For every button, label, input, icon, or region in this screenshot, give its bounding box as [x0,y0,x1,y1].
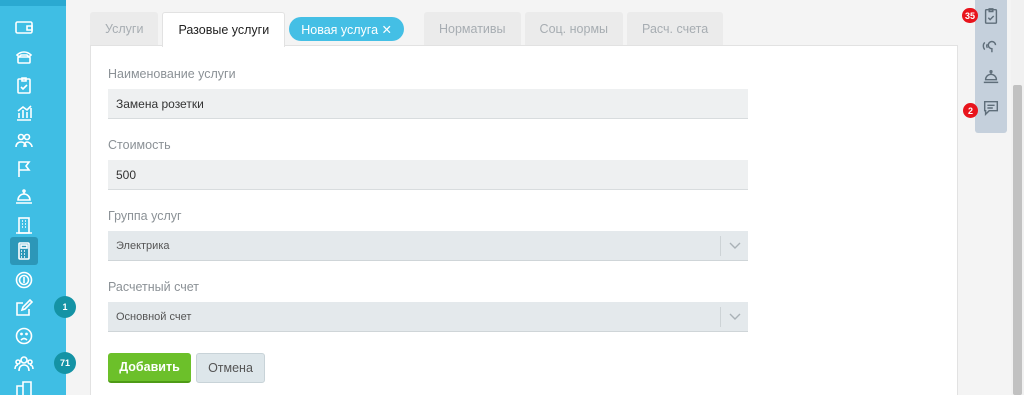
chat-badge: 2 [963,103,978,118]
right-toolbar [975,0,1007,133]
add-button[interactable]: Добавить [108,353,191,383]
scrollbar[interactable] [1011,0,1024,395]
scrollbar-thumb[interactable] [1013,85,1022,395]
clipboard-check-icon[interactable] [10,71,38,99]
edit-icon[interactable] [10,294,38,322]
group-select-value: Электрика [116,239,170,252]
flag-icon[interactable] [10,155,38,183]
tab-one-time-services[interactable]: Разовые услуги [162,12,286,47]
name-field[interactable]: Замена розетки [108,89,748,119]
chevron-down-icon[interactable] [720,236,748,256]
chat-icon[interactable] [980,97,1002,119]
tab-norms[interactable]: Нормативы [424,12,521,46]
account-label: Расчетный счет [108,280,199,294]
tasks-badge: 35 [962,8,979,23]
group-select[interactable]: Электрика [108,231,748,261]
handset-icon[interactable] [10,42,38,70]
form-panel: Наименование услуги Замена розетки Стоим… [90,45,958,395]
chevron-down-icon[interactable] [720,307,748,327]
cancel-button[interactable]: Отмена [196,353,265,383]
cost-field[interactable]: 500 [108,160,748,190]
sad-face-icon[interactable] [10,322,38,350]
tasks-icon[interactable] [980,5,1002,27]
service-bell-icon[interactable] [10,183,38,211]
tab-bar: Услуги Разовые услуги Новая услуга ✕ Нор… [90,12,727,47]
sidebar-badge: 1 [54,296,76,318]
calculator-icon[interactable] [10,237,38,265]
city-icon[interactable] [10,376,38,395]
chart-icon[interactable] [10,99,38,127]
people-icon[interactable] [10,127,38,155]
left-sidebar: 1 71 [0,0,76,395]
sidebar-top-strip [0,0,66,6]
wallet-icon[interactable] [10,13,38,41]
coin-icon[interactable] [10,266,38,294]
tab-accounts[interactable]: Расч. счета [627,12,724,46]
group-icon[interactable] [10,350,38,378]
building-icon[interactable] [10,211,38,239]
group-label: Группа услуг [108,209,182,223]
broadcast-icon[interactable] [980,35,1002,57]
tab-new-service[interactable]: Новая услуга ✕ [289,17,404,41]
cost-label: Стоимость [108,138,171,152]
tab-social-norms[interactable]: Соц. нормы [524,12,624,46]
account-select-value: Основной счет [116,310,192,323]
service-bell-icon[interactable] [980,66,1002,88]
sidebar-badge: 71 [54,352,76,374]
tab-services[interactable]: Услуги [90,12,159,46]
account-select[interactable]: Основной счет [108,302,748,332]
name-label: Наименование услуги [108,67,236,81]
